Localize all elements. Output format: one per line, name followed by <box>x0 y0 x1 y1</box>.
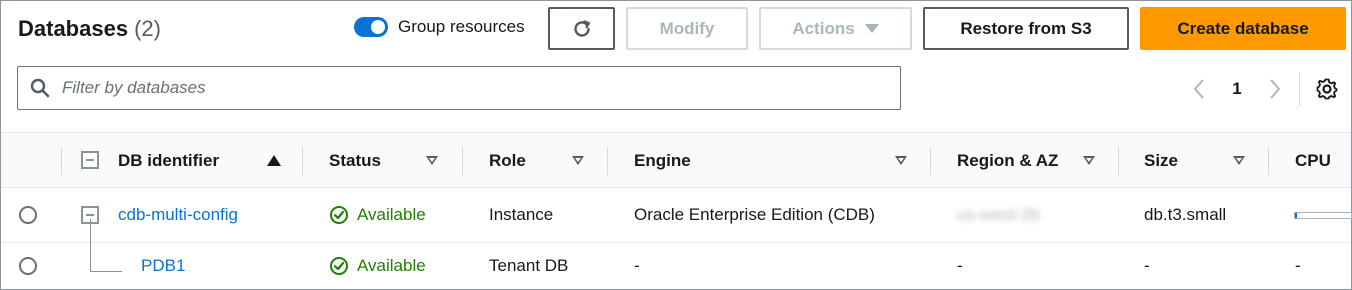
caret-down-icon <box>864 24 879 33</box>
page-title-text: Databases <box>18 16 129 41</box>
search-icon <box>30 78 50 98</box>
role-cell: Instance <box>489 205 554 224</box>
column-separator <box>1118 147 1119 175</box>
column-separator <box>61 147 62 175</box>
previous-page-button[interactable] <box>1188 76 1210 102</box>
pagination-divider <box>1299 72 1300 106</box>
column-size[interactable]: Size <box>1144 133 1178 189</box>
refresh-button[interactable] <box>548 7 615 50</box>
database-count: (2) <box>134 16 161 41</box>
column-label: Size <box>1144 151 1179 170</box>
column-label: Engine <box>634 151 691 170</box>
region-cell: - <box>957 256 963 275</box>
column-separator <box>302 147 303 175</box>
radio-button[interactable] <box>19 206 37 224</box>
cpu-cell: - <box>1295 256 1301 275</box>
table-settings-button[interactable] <box>1314 76 1340 102</box>
engine-cell: Oracle Enterprise Edition (CDB) <box>634 205 875 224</box>
engine-cell: - <box>634 256 640 275</box>
group-resources-label: Group resources <box>398 17 525 36</box>
column-cpu[interactable]: CPU <box>1295 133 1331 189</box>
role-cell: Tenant DB <box>489 256 569 275</box>
status-text: Available <box>357 205 426 224</box>
sort-icon[interactable] <box>426 156 438 165</box>
status-cell: Available <box>329 188 426 242</box>
cpu-utilization-bar <box>1294 212 1352 219</box>
status-available-icon <box>330 206 348 224</box>
modify-button[interactable]: Modify <box>626 7 748 50</box>
filter-search-box[interactable] <box>17 66 901 110</box>
table-header: DB identifier Status Role Engine Region … <box>1 132 1351 188</box>
column-separator <box>930 147 931 175</box>
radio-button[interactable] <box>19 257 37 275</box>
size-cell: db.t3.small <box>1144 205 1227 224</box>
region-cell-redacted: us-west-2b <box>957 205 1041 224</box>
column-region-az[interactable]: Region & AZ <box>957 133 1058 189</box>
actions-button[interactable]: Actions <box>759 7 912 50</box>
column-engine[interactable]: Engine <box>634 133 691 189</box>
row-select-radio[interactable] <box>19 188 37 242</box>
status-text: Available <box>357 256 426 275</box>
status-cell: Available <box>329 243 426 289</box>
db-identifier-link[interactable]: cdb-multi-config <box>118 188 238 242</box>
gear-icon <box>1316 78 1338 100</box>
toggle-switch[interactable] <box>354 17 388 37</box>
row-select-radio[interactable] <box>19 243 37 289</box>
db-identifier-link[interactable]: PDB1 <box>141 243 185 289</box>
actions-label: Actions <box>792 18 855 38</box>
chevron-right-icon <box>1270 79 1281 99</box>
column-status[interactable]: Status <box>329 133 381 189</box>
cpu-utilization-fill <box>1295 213 1297 218</box>
sort-ascending-icon[interactable] <box>267 155 281 166</box>
column-separator <box>462 147 463 175</box>
column-role[interactable]: Role <box>489 133 526 189</box>
chevron-left-icon <box>1193 79 1204 99</box>
sort-icon[interactable] <box>1233 156 1245 165</box>
status-available-icon <box>330 257 348 275</box>
refresh-icon <box>573 19 590 37</box>
column-label: DB identifier <box>118 151 220 170</box>
sort-icon[interactable] <box>895 156 907 165</box>
column-label: Region & AZ <box>957 151 1059 170</box>
column-label: CPU <box>1295 151 1331 170</box>
group-resources-toggle[interactable]: Group resources <box>354 17 525 37</box>
current-page-number[interactable]: 1 <box>1226 76 1248 102</box>
column-separator <box>607 147 608 175</box>
create-database-button[interactable]: Create database <box>1140 7 1346 50</box>
filter-input[interactable] <box>62 78 862 98</box>
next-page-button[interactable] <box>1264 76 1286 102</box>
sort-icon[interactable] <box>572 156 584 165</box>
create-label: Create database <box>1177 18 1309 38</box>
page-title: Databases (2) <box>18 16 161 42</box>
size-cell: - <box>1144 256 1150 275</box>
column-separator <box>1268 147 1269 175</box>
restore-label: Restore from S3 <box>960 18 1092 38</box>
collapse-all-icon[interactable] <box>81 151 99 169</box>
table-row[interactable]: PDB1 Available Tenant DB - - - - <box>1 243 1351 289</box>
table-row[interactable]: cdb-multi-config Available Instance Orac… <box>1 188 1351 243</box>
modify-label: Modify <box>659 18 715 38</box>
column-label: Role <box>489 151 526 170</box>
column-label: Status <box>329 151 381 170</box>
column-db-identifier[interactable]: DB identifier <box>118 133 219 189</box>
sort-icon[interactable] <box>1083 156 1095 165</box>
restore-from-s3-button[interactable]: Restore from S3 <box>923 7 1129 50</box>
